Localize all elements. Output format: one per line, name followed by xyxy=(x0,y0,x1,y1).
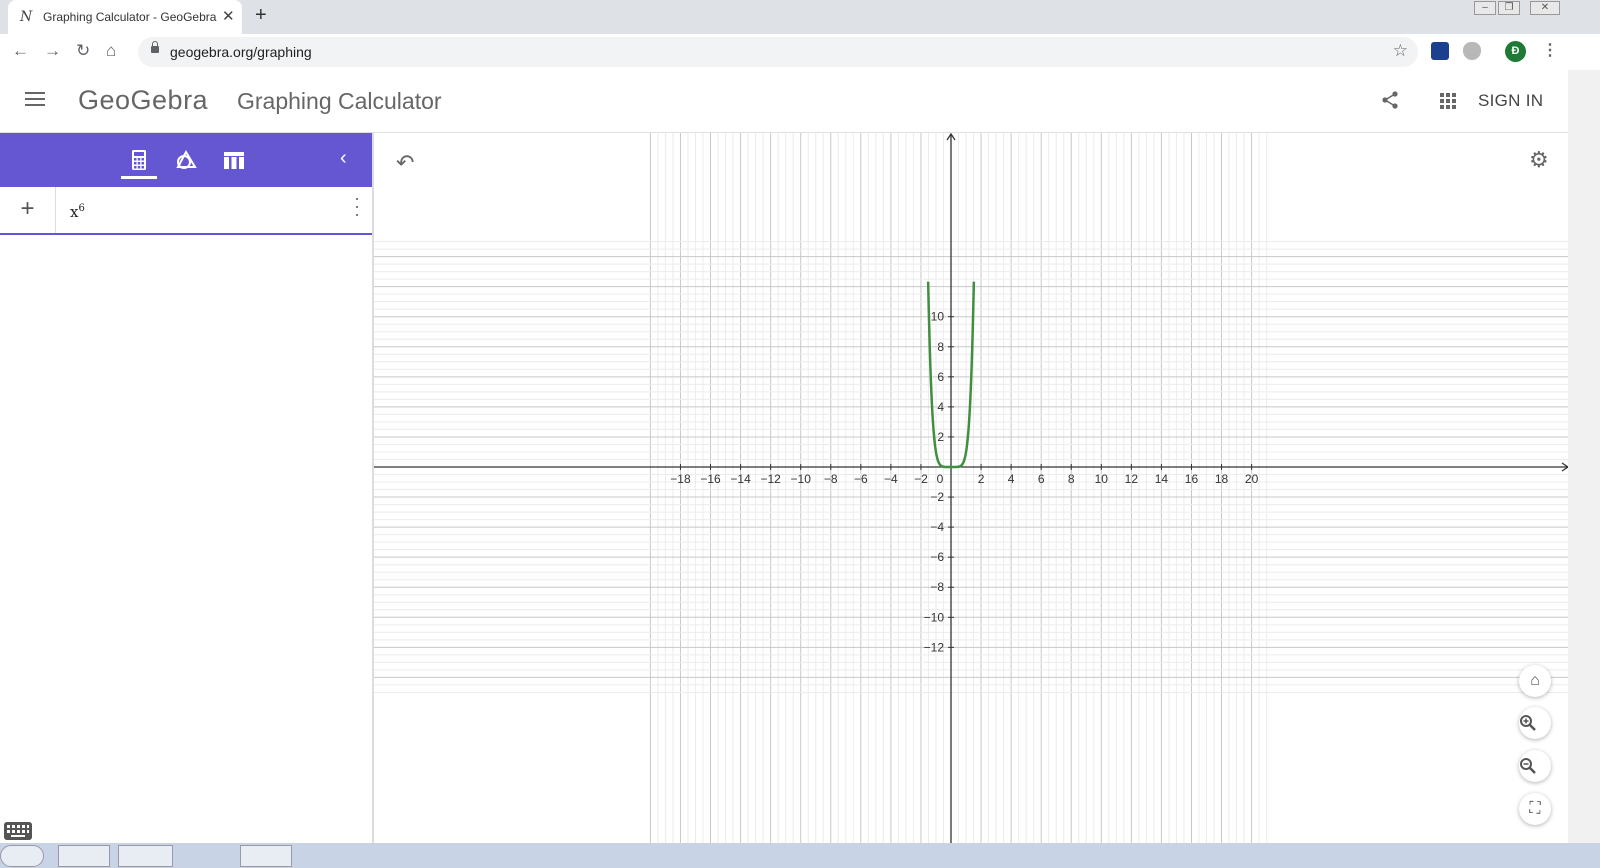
hamburger-menu-icon[interactable] xyxy=(25,92,45,108)
x-tick-label: 16 xyxy=(1185,472,1199,486)
x-tick-label: 0 xyxy=(937,472,944,486)
restore-window-button[interactable]: ❐ xyxy=(1498,1,1520,15)
address-bar[interactable]: geogebra.org/graphing ☆ xyxy=(138,37,1418,67)
close-window-button[interactable]: ✕ xyxy=(1530,1,1560,15)
x-tick-label: 12 xyxy=(1125,472,1139,486)
x-tick-label: 18 xyxy=(1215,472,1229,486)
back-icon[interactable]: ← xyxy=(12,42,29,60)
taskbar-item[interactable] xyxy=(240,845,292,867)
x-tick-label: 2 xyxy=(978,472,985,486)
zoom-in-button[interactable] xyxy=(1519,707,1551,739)
geometry-tools-tab-icon[interactable] xyxy=(174,147,198,173)
y-tick-label: 2 xyxy=(937,430,944,444)
zoom-out-icon xyxy=(1520,758,1536,774)
y-tick-label: 8 xyxy=(937,340,944,354)
x-tick-label: −12 xyxy=(760,472,781,486)
x-tick-label: −14 xyxy=(730,472,751,486)
taskbar-item[interactable] xyxy=(58,845,110,867)
table-tab-icon[interactable] xyxy=(222,147,246,173)
extension-icon[interactable] xyxy=(1431,42,1449,60)
profile-avatar[interactable]: Đ xyxy=(1505,41,1526,62)
zoom-in-icon xyxy=(1520,715,1536,731)
tab-title: Graphing Calculator - GeoGebra xyxy=(43,10,217,24)
undo-icon[interactable]: ↶ xyxy=(396,150,414,176)
page-scrollbar[interactable] xyxy=(1568,70,1600,850)
y-tick-label: 6 xyxy=(937,370,944,384)
x-tick-label: −4 xyxy=(884,472,898,486)
y-tick-label: 10 xyxy=(931,310,945,324)
reload-icon[interactable]: ↻ xyxy=(76,42,90,60)
zoom-out-button[interactable] xyxy=(1519,750,1551,782)
y-tick-label: −10 xyxy=(924,610,945,624)
settings-gear-icon[interactable]: ⚙ xyxy=(1529,147,1549,173)
browser-tab[interactable]: N Graphing Calculator - GeoGebra ✕ xyxy=(8,0,242,34)
home-view-button[interactable]: ⌂ xyxy=(1519,665,1551,697)
minimize-window-button[interactable]: ‒ xyxy=(1474,1,1496,15)
x-tick-label: 10 xyxy=(1095,472,1109,486)
x-tick-label: −6 xyxy=(854,472,868,486)
y-tick-label: −4 xyxy=(930,520,944,534)
graphics-view[interactable]: −18 −16 −14 −12 −10 −8 −6 −4 −2 0 2 4 6 8 10 12 14 16 18 20… xyxy=(374,133,1568,843)
app-header: GeoGebra Graphing Calculator SIGN IN xyxy=(0,70,1568,133)
home-icon[interactable]: ⌂ xyxy=(106,42,116,60)
x-tick-label: 6 xyxy=(1038,472,1045,486)
close-tab-icon[interactable]: ✕ xyxy=(222,7,235,25)
bookmark-star-icon[interactable]: ☆ xyxy=(1393,41,1408,61)
x-tick-label: −10 xyxy=(791,472,812,486)
add-item-icon[interactable]: + xyxy=(0,187,56,233)
start-button[interactable] xyxy=(0,845,44,867)
input-exponent: 6 xyxy=(78,203,85,214)
geogebra-favicon-icon: N xyxy=(20,9,33,25)
browser-menu-icon[interactable]: ⋮ xyxy=(1542,40,1558,60)
app-title: Graphing Calculator xyxy=(237,88,442,114)
y-tick-label: −6 xyxy=(930,550,944,564)
y-tick-label: 4 xyxy=(937,400,944,414)
browser-tab-strip: N Graphing Calculator - GeoGebra ✕ + ‒ ❐… xyxy=(0,0,1600,34)
keyboard-icon[interactable] xyxy=(4,822,32,840)
os-taskbar xyxy=(0,843,1600,868)
more-options-icon[interactable]: · · · xyxy=(354,189,360,223)
share-icon[interactable] xyxy=(1380,90,1400,110)
y-tick-label: −12 xyxy=(924,640,945,654)
geogebra-logo[interactable]: GeoGebra xyxy=(78,85,208,116)
taskbar-item[interactable] xyxy=(118,845,173,867)
algebra-panel: ‹ + x6 · · · xyxy=(0,133,374,843)
forward-icon[interactable]: → xyxy=(44,42,61,60)
x-tick-label: −2 xyxy=(914,472,928,486)
x-tick-label: 8 xyxy=(1068,472,1075,486)
apps-grid-icon[interactable] xyxy=(1440,93,1456,109)
active-tab-indicator xyxy=(121,176,157,179)
fullscreen-button[interactable]: ⛶ xyxy=(1519,793,1551,825)
fullscreen-icon: ⛶ xyxy=(1529,800,1541,817)
y-tick-label: −2 xyxy=(930,490,944,504)
collapse-panel-icon[interactable]: ‹ xyxy=(340,147,347,170)
home-icon: ⌂ xyxy=(1530,672,1540,689)
y-tick-label: −8 xyxy=(930,580,944,594)
browser-toolbar: ← → ↻ ⌂ geogebra.org/graphing ☆ Đ ⋮ xyxy=(0,34,1600,71)
x-tick-label: 20 xyxy=(1245,472,1259,486)
url-text[interactable]: geogebra.org/graphing xyxy=(170,44,312,60)
x-tick-label: 4 xyxy=(1008,472,1015,486)
panel-toolbar: ‹ xyxy=(0,133,372,187)
sign-in-button[interactable]: SIGN IN xyxy=(1478,91,1543,111)
algebra-input-field[interactable]: x6 xyxy=(70,203,85,221)
graph-canvas[interactable]: −18 −16 −14 −12 −10 −8 −6 −4 −2 0 2 4 6 8 10 12 14 16 18 20… xyxy=(374,133,1568,843)
new-tab-button[interactable]: + xyxy=(255,4,267,27)
x-tick-label: 14 xyxy=(1155,472,1169,486)
x-tick-label: −16 xyxy=(700,472,721,486)
shield-extension-icon[interactable] xyxy=(1463,42,1481,60)
lock-icon xyxy=(151,41,159,53)
algebra-input-row[interactable]: + x6 · · · xyxy=(0,187,372,235)
x-tick-label: −8 xyxy=(824,472,838,486)
x-tick-label: −18 xyxy=(670,472,691,486)
calculator-tab-icon[interactable] xyxy=(127,147,151,173)
